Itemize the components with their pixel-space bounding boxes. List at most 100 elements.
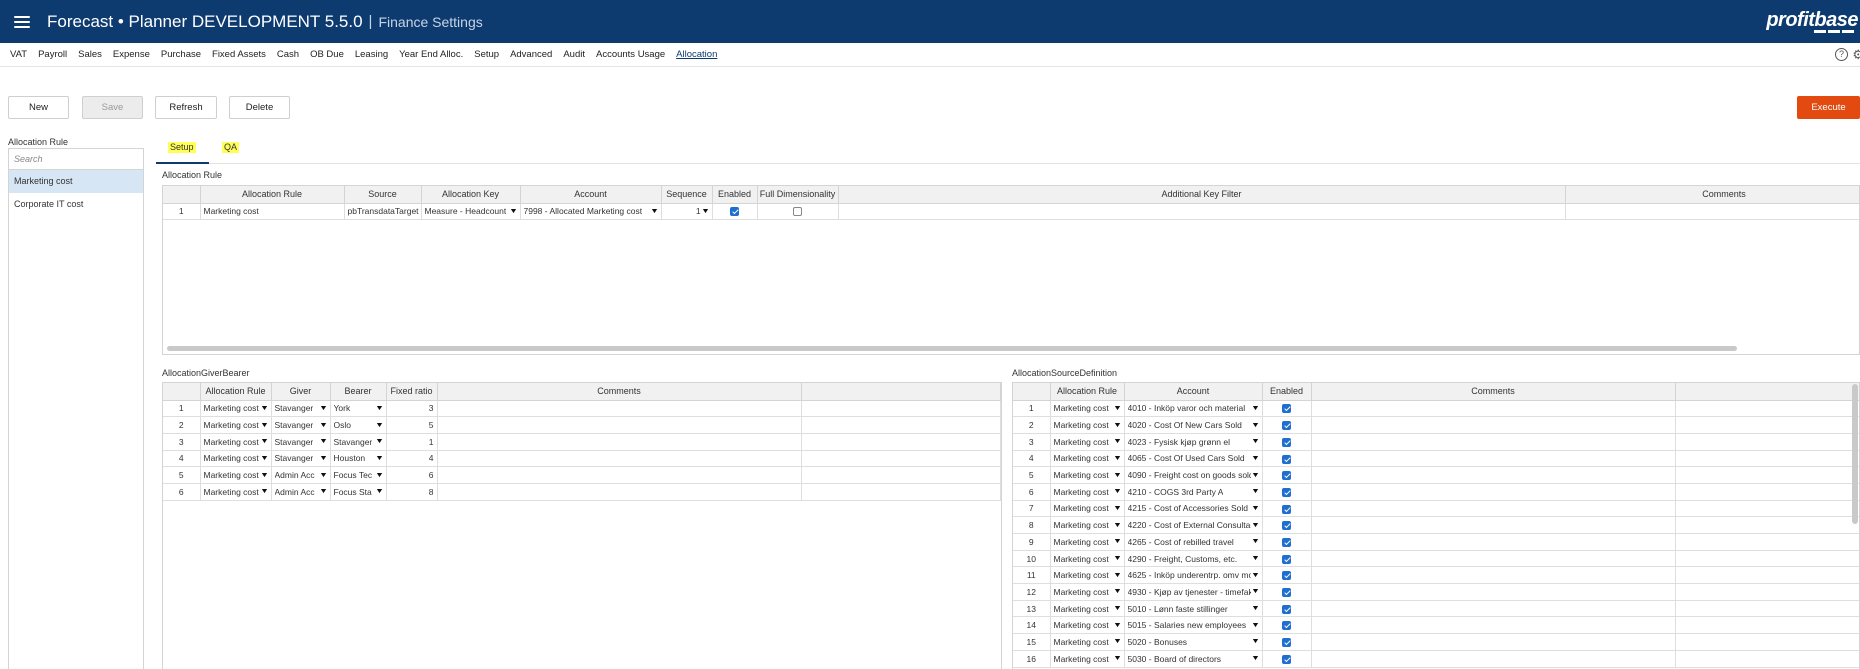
account-cell-dropdown[interactable]: 5030 - Board of directors ▼ <box>1128 654 1259 664</box>
chevron-down-icon[interactable]: ▼ <box>1251 605 1259 612</box>
comments-cell[interactable] <box>1311 583 1676 601</box>
column-header[interactable]: Bearer <box>330 383 387 401</box>
column-header[interactable] <box>163 186 201 204</box>
table-row[interactable]: 15 Marketing cost ▼ 5020 - Bonuses ▼ <box>1013 633 1859 651</box>
account-cell-dropdown[interactable]: 4215 - Cost of Accessories Sold▼ <box>1128 503 1259 513</box>
chevron-down-icon[interactable]: ▼ <box>1113 405 1121 412</box>
rule-cell[interactable]: Marketing cost▼ <box>1050 600 1125 618</box>
tab-setup[interactable]: Setup <box>168 142 196 153</box>
rule-cell-dropdown[interactable]: Marketing cost▼ <box>1054 604 1121 614</box>
chevron-down-icon[interactable]: ▼ <box>1251 538 1259 545</box>
rule-cell-dropdown[interactable]: Marketing cost▼ <box>1054 587 1121 597</box>
table-row[interactable]: 11Marketing cost▼4625 - Inköp underentrp… <box>1013 566 1859 585</box>
account-cell[interactable]: 4020 - Cost Of New Cars Sold ▼ <box>1124 416 1263 434</box>
chevron-down-icon[interactable]: ▼ <box>1113 655 1121 662</box>
table-row[interactable]: 14Marketing cost▼5015 - Salaries new emp… <box>1013 616 1859 635</box>
bearer-cell[interactable]: Oslo ▼ <box>330 416 387 434</box>
chevron-down-icon[interactable]: ▼ <box>260 405 268 412</box>
enabled-cell[interactable] <box>1262 433 1312 451</box>
rule-cell[interactable]: Marketing cost▼ <box>1050 433 1125 451</box>
full-dimensionality-cell-checkbox[interactable] <box>793 207 802 217</box>
enabled-cell-checkbox[interactable] <box>1282 404 1291 414</box>
bearer-cell-dropdown[interactable]: York ▼ <box>334 403 383 413</box>
account-cell-dropdown[interactable]: 4290 - Freight, Customs, etc. ▼ <box>1128 554 1259 564</box>
enabled-cell[interactable] <box>1262 500 1312 518</box>
comments-cell[interactable] <box>1311 483 1676 501</box>
chevron-down-icon[interactable]: ▼ <box>319 438 327 445</box>
enabled-cell-checkbox[interactable] <box>1282 554 1291 564</box>
giver-cell-dropdown[interactable]: Stavanger ▼ <box>275 437 327 447</box>
comments-cell[interactable] <box>1311 616 1676 635</box>
giver-cell[interactable]: Stavanger ▼ <box>271 450 331 468</box>
account-cell-dropdown[interactable]: 4023 - Fysisk kjøp grønn el ▼ <box>1128 437 1259 447</box>
giver-cell[interactable]: Stavanger ▼ <box>271 433 331 451</box>
enabled-cell-checkbox[interactable] <box>1282 588 1291 598</box>
comments-cell[interactable] <box>1311 416 1676 434</box>
enabled-cell-checkbox[interactable] <box>1282 487 1291 497</box>
rule-cell-dropdown[interactable]: Marketing cost▼ <box>204 403 268 413</box>
sequence-cell-dropdown[interactable]: 1▼ <box>665 206 709 216</box>
fixed-ratio-cell[interactable]: 5 <box>386 416 438 434</box>
chevron-down-icon[interactable]: ▼ <box>375 422 383 429</box>
enabled-cell[interactable] <box>712 203 758 221</box>
rule-cell[interactable]: Marketing cost▼ <box>200 483 272 501</box>
giver-cell[interactable]: Stavanger ▼ <box>271 416 331 434</box>
bearer-cell-dropdown[interactable]: Focus Tec▼ <box>334 470 383 480</box>
account-cell-dropdown[interactable]: 5010 - Lønn faste stillinger ▼ <box>1128 604 1259 614</box>
rule-cell-dropdown[interactable]: Marketing cost▼ <box>1054 453 1121 463</box>
comments-cell[interactable] <box>437 433 802 451</box>
horizontal-scrollbar[interactable] <box>167 346 1737 351</box>
table-row[interactable]: 16Marketing cost▼5030 - Board of directo… <box>1013 650 1859 668</box>
comments-cell[interactable] <box>1311 566 1676 585</box>
rule-cell[interactable]: Marketing cost▼ <box>1050 566 1125 585</box>
chevron-down-icon[interactable]: ▼ <box>1251 555 1259 562</box>
fixed-ratio-cell[interactable]: 6 <box>386 466 438 484</box>
giver-cell-dropdown[interactable]: Stavanger ▼ <box>275 403 327 413</box>
fixed-ratio-cell[interactable]: 8 <box>386 483 438 501</box>
rule-cell[interactable]: Marketing cost▼ <box>1050 550 1125 568</box>
chevron-down-icon[interactable]: ▼ <box>1113 522 1121 529</box>
execute-button[interactable]: Execute <box>1797 96 1860 119</box>
account-cell[interactable]: 4023 - Fysisk kjøp grønn el ▼ <box>1124 433 1263 451</box>
nav-item-ob-due[interactable]: OB Due <box>310 49 344 60</box>
giver-cell-dropdown[interactable]: Stavanger ▼ <box>275 453 327 463</box>
chevron-down-icon[interactable]: ▼ <box>1113 588 1121 595</box>
rule-cell[interactable]: Marketing cost▼ <box>200 400 272 418</box>
table-row[interactable]: 9Marketing cost▼4265 - Cost of rebilled … <box>1013 533 1859 551</box>
rule-cell-dropdown[interactable]: Marketing cost▼ <box>1054 487 1121 497</box>
chevron-down-icon[interactable]: ▼ <box>1113 455 1121 462</box>
column-header[interactable]: Fixed ratio <box>386 383 438 401</box>
account-cell-dropdown[interactable]: 4265 - Cost of rebilled travel ▼ <box>1128 537 1259 547</box>
enabled-cell[interactable] <box>1262 450 1312 468</box>
table-row[interactable]: 1 Marketing cost pbTransdataTarget Measure … <box>163 203 1859 221</box>
bearer-cell-dropdown[interactable]: Focus Sta▼ <box>334 487 383 497</box>
rule-cell-dropdown[interactable]: Marketing cost▼ <box>1054 554 1121 564</box>
gear-icon[interactable]: ⚙ <box>1852 47 1860 63</box>
search-input[interactable]: Search <box>9 149 143 170</box>
bearer-cell[interactable]: York ▼ <box>330 400 387 418</box>
enabled-cell-checkbox[interactable] <box>1282 537 1291 547</box>
chevron-down-icon[interactable]: ▼ <box>260 472 268 479</box>
comments-cell[interactable] <box>1311 550 1676 568</box>
column-header[interactable]: Additional Key Filter <box>838 186 1566 204</box>
enabled-cell[interactable] <box>1262 466 1312 484</box>
chevron-down-icon[interactable]: ▼ <box>319 472 327 479</box>
chevron-down-icon[interactable]: ▼ <box>260 488 268 495</box>
enabled-cell-checkbox[interactable] <box>1282 571 1291 581</box>
chevron-down-icon[interactable]: ▼ <box>260 455 268 462</box>
nav-item-purchase[interactable]: Purchase <box>161 49 201 60</box>
table-row[interactable]: 12Marketing cost▼4930 - Kjøp av tjeneste… <box>1013 583 1859 601</box>
column-header[interactable]: Comments <box>1311 383 1676 401</box>
account-cell-dropdown[interactable]: 4090 - Freight cost on goods sold▼ <box>1128 470 1259 480</box>
column-header[interactable]: Account <box>520 186 662 204</box>
sidebar-item[interactable]: Corporate IT cost <box>9 193 143 216</box>
account-cell-dropdown[interactable]: 4220 - Cost of External Consultants▼ <box>1128 520 1259 530</box>
comments-cell[interactable] <box>1311 400 1676 418</box>
enabled-cell-checkbox[interactable] <box>730 207 739 217</box>
rule-cell[interactable]: Marketing cost▼ <box>1050 416 1125 434</box>
chevron-down-icon[interactable]: ▼ <box>1251 572 1259 579</box>
chevron-down-icon[interactable]: ▼ <box>260 438 268 445</box>
column-header[interactable]: Comments <box>437 383 802 401</box>
comments-cell[interactable] <box>1311 500 1676 518</box>
nav-item-allocation[interactable]: Allocation <box>676 49 717 60</box>
